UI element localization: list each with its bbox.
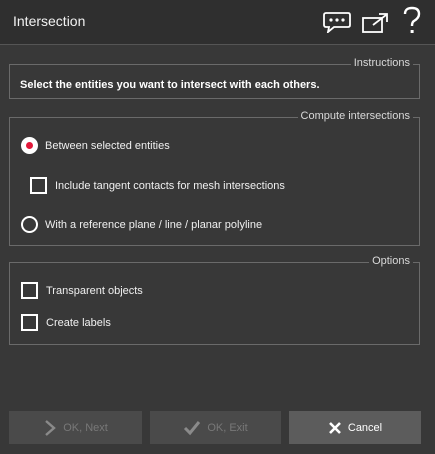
transparent-objects-label: Transparent objects	[46, 284, 143, 297]
radio-reference[interactable]: With a reference plane / line / planar p…	[21, 216, 262, 233]
radio-reference-label: With a reference plane / line / planar p…	[45, 218, 263, 231]
options-group: Options Transparent objects Create label…	[9, 255, 420, 345]
checkbox-include-tangent[interactable]: Include tangent contacts for mesh inters…	[30, 177, 285, 194]
radio-button[interactable]	[21, 216, 38, 233]
title-separator	[0, 44, 435, 45]
checkbox[interactable]	[21, 282, 38, 299]
checkbox-transparent-objects[interactable]: Transparent objects	[21, 282, 143, 299]
ok-exit-button[interactable]: OK, Exit	[150, 411, 281, 444]
compute-intersections-group: Compute intersections Between selected e…	[9, 110, 420, 246]
ok-next-button[interactable]: OK, Next	[9, 411, 142, 444]
radio-dot	[26, 142, 33, 149]
window-title: Intersection	[13, 13, 86, 29]
checkbox[interactable]	[21, 314, 38, 331]
cancel-label: Cancel	[347, 421, 383, 434]
close-icon	[328, 421, 341, 434]
radio-between-label: Between selected entities	[45, 139, 170, 152]
help-icon[interactable]	[402, 6, 422, 41]
checkmark-icon	[184, 420, 201, 435]
cancel-button[interactable]: Cancel	[289, 411, 421, 444]
radio-button[interactable]	[21, 137, 38, 154]
radio-between-selected[interactable]: Between selected entities	[21, 137, 170, 154]
chevron-right-icon	[45, 419, 57, 436]
ok-next-label: OK, Next	[63, 421, 108, 434]
instructions-legend: Instructions	[350, 57, 413, 69]
checkbox-create-labels[interactable]: Create labels	[21, 314, 111, 331]
title-bar: Intersection	[0, 0, 435, 44]
instructions-text: Select the entities you want to intersec…	[20, 79, 320, 91]
create-labels-label: Create labels	[46, 316, 111, 329]
compute-legend: Compute intersections	[297, 110, 413, 122]
options-legend: Options	[369, 255, 413, 267]
checkbox[interactable]	[30, 177, 47, 194]
include-tangent-label: Include tangent contacts for mesh inters…	[55, 179, 285, 192]
popout-icon[interactable]	[361, 12, 389, 39]
instructions-group: Instructions Select the entities you wan…	[9, 57, 420, 99]
chat-bubble-icon[interactable]	[322, 11, 352, 38]
ok-exit-label: OK, Exit	[207, 421, 248, 434]
